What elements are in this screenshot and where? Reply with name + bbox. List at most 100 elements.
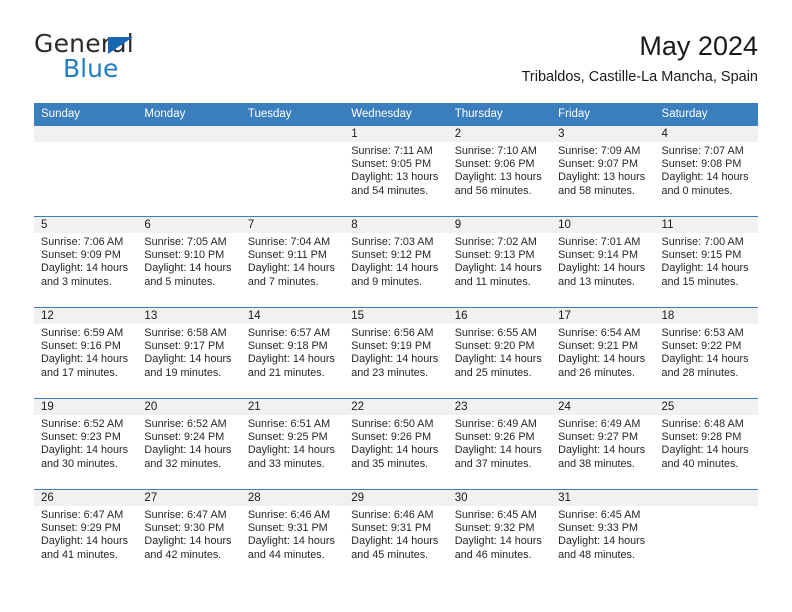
day-cell[interactable] <box>654 489 758 580</box>
sunset-text: Sunset: 9:15 PM <box>661 249 742 262</box>
day-cell[interactable]: 21 Sunrise: 6:51 AM Sunset: 9:25 PM Dayligh… <box>240 398 345 490</box>
daylight-text-line2: and 48 minutes. <box>558 548 635 561</box>
day-cell[interactable]: 17 Sunrise: 6:54 AM Sunset: 9:21 PM Dayligh… <box>551 307 655 399</box>
day-cell[interactable]: 10 Sunrise: 7:01 AM Sunset: 9:14 PM Dayligh… <box>551 216 655 308</box>
day-number: 2 <box>447 126 552 142</box>
day-cell[interactable]: 7 Sunrise: 7:04 AM Sunset: 9:11 PM Daylight… <box>240 216 345 308</box>
day-number: 24 <box>551 399 655 415</box>
daylight-text-line2: and 32 minutes. <box>144 457 222 470</box>
daylight-text-line2: and 17 minutes. <box>41 366 118 379</box>
daylight-text-line1: Daylight: 14 hours <box>144 444 232 457</box>
sunrise-text: Sunrise: 7:01 AM <box>558 236 641 248</box>
day-number: 17 <box>551 308 655 324</box>
daylight-text-line2: and 41 minutes. <box>41 548 118 561</box>
sunset-text: Sunset: 9:12 PM <box>351 249 432 262</box>
day-number <box>137 126 241 142</box>
sunrise-text: Sunrise: 6:58 AM <box>144 327 227 339</box>
day-cell[interactable]: 26 Sunrise: 6:47 AM Sunset: 9:29 PM Dayligh… <box>34 489 138 580</box>
day-number: 21 <box>240 399 345 415</box>
day-number: 22 <box>344 399 448 415</box>
day-number: 7 <box>240 217 345 233</box>
sunset-text: Sunset: 9:18 PM <box>247 340 328 353</box>
daylight-text-line1: Daylight: 14 hours <box>661 171 749 184</box>
daylight-text-line1: Daylight: 14 hours <box>144 353 232 366</box>
daylight-text-line1: Daylight: 14 hours <box>41 262 129 275</box>
day-cell[interactable]: 25 Sunrise: 6:48 AM Sunset: 9:28 PM Dayligh… <box>654 398 758 490</box>
sunset-text: Sunset: 9:33 PM <box>558 522 638 535</box>
day-cell[interactable]: 9 Sunrise: 7:02 AM Sunset: 9:13 PM Daylight… <box>447 216 552 308</box>
day-cell[interactable]: 6 Sunrise: 7:05 AM Sunset: 9:10 PM Daylight… <box>137 216 241 308</box>
daylight-text-line2: and 3 minutes. <box>41 275 112 288</box>
daylight-text-line1: Daylight: 14 hours <box>247 535 335 548</box>
sunset-text: Sunset: 9:26 PM <box>351 431 432 444</box>
weekday-header-sunday: Sunday <box>34 103 138 126</box>
day-number: 15 <box>344 308 448 324</box>
day-cell[interactable]: 14 Sunrise: 6:57 AM Sunset: 9:18 PM Dayligh… <box>240 307 345 399</box>
daylight-text-line1: Daylight: 13 hours <box>454 171 542 184</box>
day-cell[interactable]: 5 Sunrise: 7:06 AM Sunset: 9:09 PM Daylight… <box>34 216 138 308</box>
sunrise-text: Sunrise: 6:52 AM <box>144 418 227 430</box>
day-cell[interactable]: 24 Sunrise: 6:49 AM Sunset: 9:27 PM Dayligh… <box>551 398 655 490</box>
daylight-text-line2: and 35 minutes. <box>351 457 429 470</box>
day-cell[interactable]: 27 Sunrise: 6:47 AM Sunset: 9:30 PM Dayligh… <box>137 489 241 580</box>
day-number: 5 <box>34 217 138 233</box>
sunrise-text: Sunrise: 7:07 AM <box>661 145 744 157</box>
day-cell[interactable]: 31 Sunrise: 6:45 AM Sunset: 9:33 PM Dayligh… <box>551 489 655 580</box>
day-cell[interactable]: 29 Sunrise: 6:46 AM Sunset: 9:31 PM Dayligh… <box>344 489 448 580</box>
brand-logo[interactable]: General Blue <box>34 30 234 90</box>
week-row: 12 Sunrise: 6:59 AM Sunset: 9:16 PM Dayligh… <box>34 307 758 399</box>
sunset-text: Sunset: 9:31 PM <box>247 522 328 535</box>
day-cell[interactable] <box>137 125 241 217</box>
day-cell[interactable]: 12 Sunrise: 6:59 AM Sunset: 9:16 PM Dayligh… <box>34 307 138 399</box>
day-cell[interactable]: 22 Sunrise: 6:50 AM Sunset: 9:26 PM Dayligh… <box>344 398 448 490</box>
day-cell[interactable]: 13 Sunrise: 6:58 AM Sunset: 9:17 PM Dayligh… <box>137 307 241 399</box>
daylight-text-line1: Daylight: 14 hours <box>351 353 439 366</box>
daylight-text-line2: and 37 minutes. <box>454 457 532 470</box>
day-cell[interactable]: 23 Sunrise: 6:49 AM Sunset: 9:26 PM Dayligh… <box>447 398 552 490</box>
day-cell[interactable]: 2 Sunrise: 7:10 AM Sunset: 9:06 PM Daylight… <box>447 125 552 217</box>
sunset-text: Sunset: 9:14 PM <box>558 249 638 262</box>
day-cell[interactable]: 15 Sunrise: 6:56 AM Sunset: 9:19 PM Dayligh… <box>344 307 448 399</box>
daylight-text-line1: Daylight: 14 hours <box>144 535 232 548</box>
sunrise-text: Sunrise: 6:51 AM <box>247 418 331 430</box>
sunset-text: Sunset: 9:13 PM <box>454 249 535 262</box>
day-number <box>654 490 758 506</box>
daylight-text-line2: and 40 minutes. <box>661 457 739 470</box>
sunset-text: Sunset: 9:28 PM <box>661 431 742 444</box>
day-number: 9 <box>447 217 552 233</box>
day-cell[interactable]: 3 Sunrise: 7:09 AM Sunset: 9:07 PM Daylight… <box>551 125 655 217</box>
daylight-text-line2: and 19 minutes. <box>144 366 222 379</box>
page-header: General Blue May 2024 Tribaldos, Castill… <box>34 30 758 98</box>
sunset-text: Sunset: 9:29 PM <box>41 522 121 535</box>
day-cell[interactable]: 11 Sunrise: 7:00 AM Sunset: 9:15 PM Dayligh… <box>654 216 758 308</box>
weekday-header-friday: Friday <box>551 103 655 126</box>
daylight-text-line1: Daylight: 14 hours <box>41 535 129 548</box>
day-cell[interactable]: 8 Sunrise: 7:03 AM Sunset: 9:12 PM Daylight… <box>344 216 448 308</box>
daylight-text-line2: and 21 minutes. <box>247 366 325 379</box>
daylight-text-line2: and 58 minutes. <box>558 184 635 197</box>
sunrise-text: Sunrise: 7:06 AM <box>41 236 124 248</box>
day-cell[interactable]: 4 Sunrise: 7:07 AM Sunset: 9:08 PM Daylight… <box>654 125 758 217</box>
sunset-text: Sunset: 9:16 PM <box>41 340 121 353</box>
daylight-text-line2: and 15 minutes. <box>661 275 739 288</box>
day-cell[interactable]: 28 Sunrise: 6:46 AM Sunset: 9:31 PM Dayligh… <box>240 489 345 580</box>
day-cell[interactable]: 30 Sunrise: 6:45 AM Sunset: 9:32 PM Dayligh… <box>447 489 552 580</box>
day-cell[interactable]: 19 Sunrise: 6:52 AM Sunset: 9:23 PM Dayligh… <box>34 398 138 490</box>
day-cell[interactable] <box>240 125 345 217</box>
sunrise-text: Sunrise: 6:56 AM <box>351 327 434 339</box>
daylight-text-line1: Daylight: 14 hours <box>454 535 542 548</box>
daylight-text-line2: and 25 minutes. <box>454 366 532 379</box>
day-cell[interactable]: 18 Sunrise: 6:53 AM Sunset: 9:22 PM Dayligh… <box>654 307 758 399</box>
daylight-text-line1: Daylight: 14 hours <box>41 444 129 457</box>
sunrise-text: Sunrise: 6:52 AM <box>41 418 124 430</box>
sunset-text: Sunset: 9:22 PM <box>661 340 742 353</box>
day-number: 16 <box>447 308 552 324</box>
day-cell[interactable]: 16 Sunrise: 6:55 AM Sunset: 9:20 PM Dayligh… <box>447 307 552 399</box>
daylight-text-line1: Daylight: 14 hours <box>247 444 335 457</box>
weekday-header-saturday: Saturday <box>654 103 758 126</box>
daylight-text-line1: Daylight: 14 hours <box>661 353 749 366</box>
day-cell[interactable]: 1 Sunrise: 7:11 AM Sunset: 9:05 PM Daylight… <box>344 125 448 217</box>
day-cell[interactable]: 20 Sunrise: 6:52 AM Sunset: 9:24 PM Dayligh… <box>137 398 241 490</box>
day-cell[interactable] <box>34 125 138 217</box>
daylight-text-line1: Daylight: 14 hours <box>454 262 542 275</box>
